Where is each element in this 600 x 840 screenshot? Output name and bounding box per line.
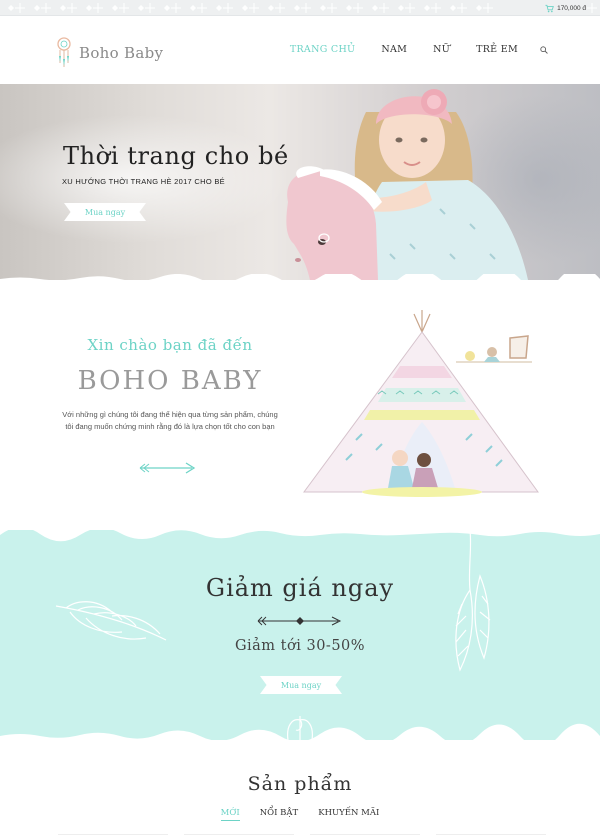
- product-card[interactable]: [58, 834, 168, 840]
- hero-photo: [286, 89, 528, 280]
- tab-sale[interactable]: KHUYẾN MÃI: [318, 808, 379, 821]
- products-section: Sản phẩm MỚI NỔI BẬT KHUYẾN MÃI: [0, 740, 600, 840]
- welcome-title: BOHO BABY: [77, 366, 263, 396]
- cart-total: 170,000 đ: [557, 4, 586, 12]
- products-title: Sản phẩm: [247, 773, 353, 795]
- welcome-pretitle: Xin chào bạn đã đến: [87, 336, 253, 354]
- cart-summary[interactable]: 170,000 đ: [542, 2, 586, 14]
- cart-icon: [545, 4, 554, 12]
- decorative-pattern: [8, 3, 597, 13]
- welcome-section: Xin chào bạn đã đến BOHO BABY Với những …: [0, 280, 600, 530]
- top-strip: 170,000 đ: [0, 0, 600, 16]
- nav-item-men[interactable]: NAM: [381, 44, 407, 55]
- hero-banner: Thời trang cho bé XU HƯỚNG THỜI TRANG HÈ…: [0, 84, 600, 280]
- product-card[interactable]: [310, 834, 420, 840]
- promo-title: Giảm giá ngay: [205, 574, 395, 602]
- tab-new[interactable]: MỚI: [220, 808, 240, 821]
- product-tabs: MỚI NỔI BẬT KHUYẾN MÃI: [0, 808, 600, 821]
- promo-subtitle: Giảm tới 30-50%: [234, 638, 366, 654]
- tab-featured[interactable]: NỔI BẬT: [260, 808, 299, 821]
- promo-buy-button[interactable]: Mua ngay: [260, 676, 342, 694]
- arrow-divider-icon: [257, 616, 342, 626]
- search-icon[interactable]: [540, 45, 548, 54]
- teepee-illustration: [303, 310, 539, 497]
- main-nav: TRANG CHỦ NAM NỮ TRẺ EM: [264, 44, 548, 55]
- arrow-right-icon[interactable]: [138, 461, 198, 475]
- nav-item-home[interactable]: TRANG CHỦ: [290, 44, 356, 55]
- logo[interactable]: Boho Baby: [56, 36, 163, 70]
- hero-title: Thời trang cho bé: [63, 142, 289, 170]
- product-card[interactable]: [436, 834, 546, 840]
- product-card[interactable]: [184, 834, 294, 840]
- welcome-text: Với những gì chúng tôi đang thể hiện qua…: [62, 410, 278, 431]
- nav-item-women[interactable]: NỮ: [433, 44, 450, 55]
- site-header: Boho Baby TRANG CHỦ NAM NỮ TRẺ EM: [0, 16, 600, 84]
- dreamcatcher-icon: [57, 37, 71, 67]
- promo-section: Giảm giá ngay Giảm tới 30-50% Mua ngay: [0, 530, 600, 740]
- feather-decoration: [0, 530, 600, 740]
- hero-subtitle: XU HƯỚNG THỜI TRANG HÈ 2017 CHO BÉ: [62, 177, 225, 186]
- nav-item-kids[interactable]: TRẺ EM: [476, 44, 518, 55]
- logo-text: Boho Baby: [79, 44, 164, 62]
- hero-buy-button[interactable]: Mua ngay: [64, 203, 146, 221]
